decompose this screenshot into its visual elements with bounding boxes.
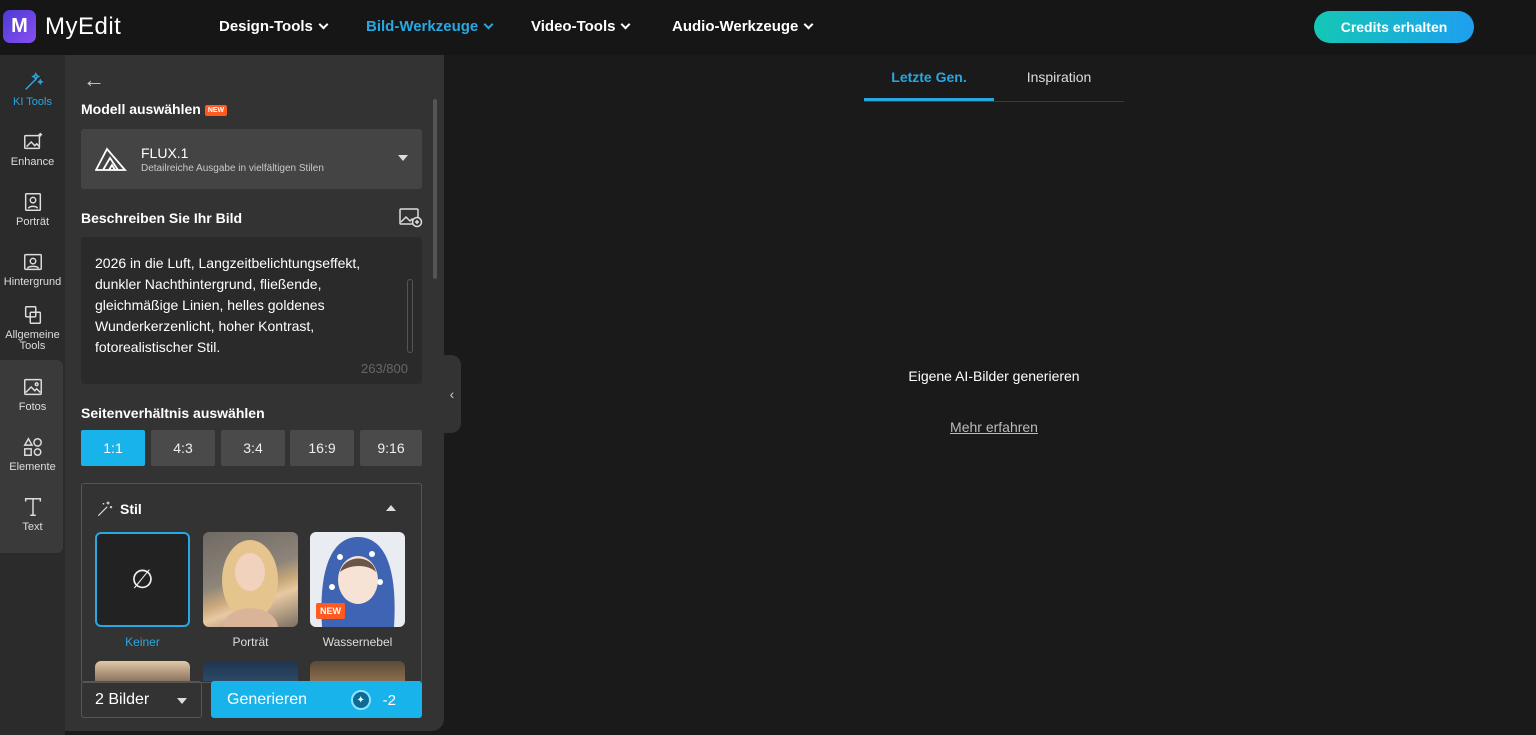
- style-section: Stil ∅ NEW Keiner Porträt Wassernebel: [81, 483, 422, 683]
- nav-audio-tools[interactable]: Audio-Werkzeuge: [672, 18, 814, 35]
- style-thumbnail-peek[interactable]: [310, 661, 405, 681]
- image-enhance-icon: [23, 132, 42, 149]
- chevron-left-icon: ‹: [449, 386, 455, 402]
- rail-label: KI Tools: [13, 95, 52, 108]
- back-arrow-icon[interactable]: ←: [83, 67, 105, 93]
- tools-icon: [24, 306, 41, 324]
- rail-item-elements[interactable]: Elemente: [0, 425, 65, 483]
- learn-more-link[interactable]: Mehr erfahren: [864, 419, 1124, 435]
- rail-item-ki-tools[interactable]: KI Tools: [0, 60, 65, 118]
- chevron-down-icon: [621, 19, 631, 30]
- image-count-select[interactable]: 2 Bilder: [81, 681, 202, 718]
- style-none-label: Keiner: [125, 635, 160, 649]
- caret-down-icon: [398, 155, 408, 161]
- style-none-thumbnail[interactable]: ∅: [95, 532, 190, 627]
- get-credits-button[interactable]: Credits erhalten: [1314, 11, 1474, 43]
- flux-logo-icon: [95, 147, 127, 171]
- new-badge: NEW: [204, 104, 228, 116]
- photos-icon: [23, 378, 42, 395]
- nav-image-tools[interactable]: Bild-Werkzeuge: [366, 18, 494, 35]
- prompt-section-title: Beschreiben Sie Ihr Bild: [81, 210, 243, 226]
- active-tab-indicator: [864, 98, 994, 101]
- generate-button[interactable]: Generieren ✦ -2: [211, 681, 422, 718]
- rail-item-background[interactable]: Hintergrund: [0, 240, 65, 298]
- rail-label: Enhance: [10, 155, 55, 168]
- caret-down-icon: [177, 698, 187, 704]
- portrait-icon: [24, 192, 41, 211]
- model-name: FLUX.1: [141, 145, 189, 161]
- panel-scrollbar[interactable]: [433, 99, 437, 279]
- style-thumbnail-peek[interactable]: [203, 661, 298, 681]
- rail-item-text[interactable]: Text: [0, 485, 65, 543]
- empty-state-title: Eigene AI-Bilder generieren: [908, 368, 1080, 384]
- app-logo[interactable]: M MyEdit: [3, 10, 121, 43]
- credit-coin-icon: ✦: [350, 690, 371, 710]
- ratio-3-4-button[interactable]: 3:4: [221, 430, 285, 466]
- style-watercolor-label: Wassernebel: [322, 635, 393, 649]
- model-description: Detailreiche Ausgabe in vielfältigen Sti…: [141, 163, 324, 174]
- ratio-9-16-button[interactable]: 9:16: [360, 430, 422, 466]
- ratio-section-title: Seitenverhältnis auswählen: [81, 405, 265, 421]
- chevron-down-icon: [318, 19, 329, 30]
- caret-up-icon[interactable]: [386, 505, 396, 511]
- generator-panel: ← Modell auswählen NEW FLUX.1 Detailreich…: [65, 55, 444, 731]
- ratio-16-9-button[interactable]: 16:9: [290, 430, 354, 466]
- credit-cost-value: -2: [382, 691, 396, 709]
- rail-item-portrait[interactable]: Porträt: [0, 180, 65, 238]
- nav-design-tools[interactable]: Design-Tools: [219, 18, 329, 35]
- style-header[interactable]: Stil: [96, 500, 142, 518]
- rail-item-general-tools[interactable]: Allgemeine Tools: [0, 298, 65, 358]
- rail-label: Text: [22, 520, 43, 533]
- chevron-down-icon: [803, 19, 814, 30]
- app-name: MyEdit: [45, 12, 122, 40]
- tab-divider: [864, 101, 1124, 102]
- nav-video-tools[interactable]: Video-Tools: [531, 18, 631, 35]
- generate-label: Generieren: [227, 690, 308, 708]
- style-thumbnail-peek[interactable]: [95, 661, 190, 681]
- chevron-down-icon: [483, 19, 494, 30]
- rail-label: Porträt: [15, 215, 49, 228]
- style-title: Stil: [120, 501, 142, 517]
- rail-item-photos[interactable]: Fotos: [0, 365, 65, 423]
- background-icon: [23, 253, 42, 270]
- model-section-label: Modell auswählen: [81, 101, 201, 117]
- image-upload-icon[interactable]: [399, 208, 423, 228]
- none-icon: ∅: [131, 564, 154, 594]
- model-select[interactable]: FLUX.1 Detailreiche Ausgabe in vielfälti…: [81, 129, 422, 189]
- text-icon: [24, 497, 41, 516]
- rail-label: Hintergrund: [3, 275, 62, 288]
- ratio-1-1-button[interactable]: 1:1: [81, 430, 145, 466]
- portrait-photo: [222, 540, 278, 627]
- style-portrait-label: Porträt: [232, 635, 269, 649]
- tool-rail: KI Tools Enhance Porträt Hintergrund All…: [0, 55, 65, 735]
- ratio-4-3-button[interactable]: 4:3: [151, 430, 215, 466]
- rail-label: Allgemeine Tools: [5, 329, 60, 352]
- magic-wand-icon: [24, 71, 44, 90]
- image-count-value: 2 Bilder: [95, 690, 150, 708]
- logo-icon: M: [3, 10, 36, 43]
- character-counter: 263/800: [361, 361, 408, 376]
- rail-label: Elemente: [9, 460, 56, 473]
- tab-recent-generations[interactable]: Letzte Gen.: [864, 69, 994, 85]
- style-watercolor-thumbnail[interactable]: NEW: [310, 532, 405, 627]
- style-portrait-thumbnail[interactable]: [203, 532, 298, 627]
- new-badge: NEW: [316, 603, 345, 619]
- rail-label: Fotos: [18, 400, 47, 413]
- shapes-icon: [22, 436, 42, 456]
- magic-wand-icon: [97, 501, 113, 517]
- collapse-panel-button[interactable]: ‹: [443, 355, 461, 433]
- tab-inspiration[interactable]: Inspiration: [994, 69, 1124, 85]
- prompt-textarea[interactable]: 2026 in die Luft, Langzeitbelichtungseff…: [81, 237, 422, 384]
- rail-item-enhance[interactable]: Enhance: [0, 120, 65, 178]
- prompt-text: 2026 in die Luft, Langzeitbelichtungseff…: [95, 255, 361, 355]
- top-bar: M MyEdit Design-Tools Bild-Werkzeuge Vid…: [0, 0, 1536, 55]
- model-section-title: Modell auswählen NEW: [81, 101, 228, 117]
- credit-cost: ✦ -2: [350, 690, 396, 710]
- prompt-scrollbar[interactable]: [407, 279, 413, 353]
